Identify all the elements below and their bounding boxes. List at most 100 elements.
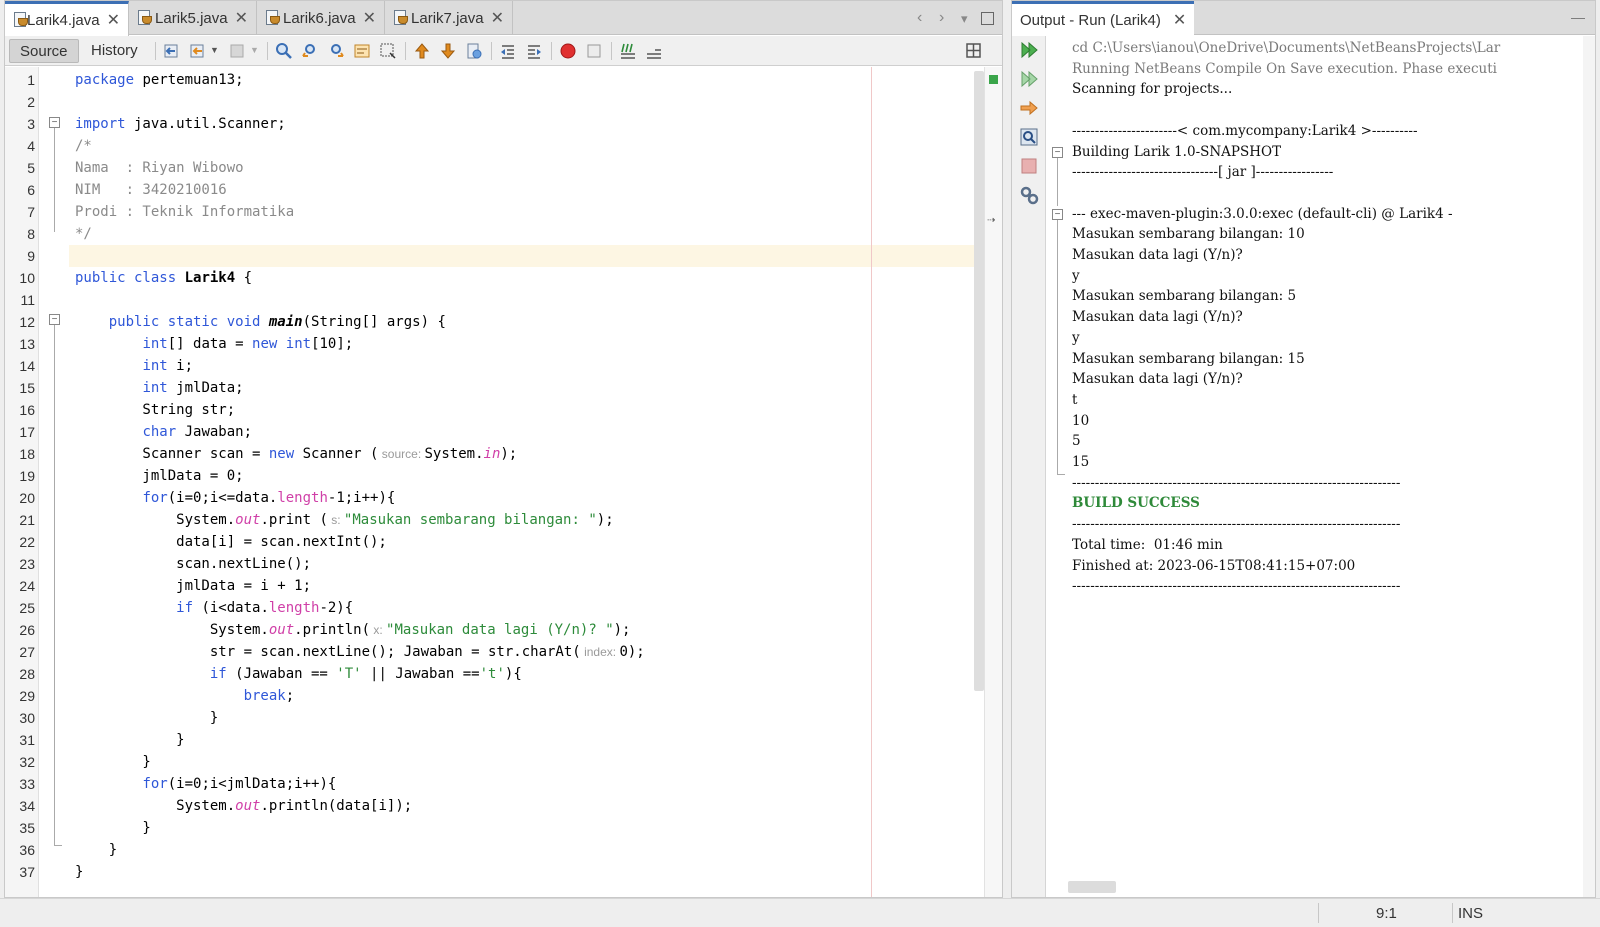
code-line: Nama : Riyan Wibowo	[75, 160, 244, 176]
source-button[interactable]: Source	[9, 39, 79, 63]
caret-position: 9:1	[1376, 905, 1397, 922]
shift-left-icon[interactable]	[499, 42, 517, 60]
code-line: public static void main(String[] args) {	[108, 314, 446, 330]
shift-right-icon[interactable]	[525, 42, 543, 60]
line-number: 25	[19, 600, 35, 616]
minimize-icon[interactable]: —	[1571, 9, 1585, 25]
line-number: 34	[19, 798, 35, 814]
close-icon[interactable]: ✕	[491, 8, 504, 28]
output-line: Running NetBeans Compile On Save executi…	[1072, 60, 1497, 77]
tab-output-run[interactable]: Output - Run (Larik4) ✕	[1012, 1, 1195, 36]
next-bookmark-icon[interactable]	[439, 42, 457, 60]
output-line: 5	[1072, 433, 1081, 450]
toggle-bookmark-icon[interactable]	[465, 42, 483, 60]
chevron-down-icon[interactable]: ▼	[250, 45, 259, 55]
comment-icon[interactable]	[619, 42, 637, 60]
code-line: break;	[243, 688, 295, 704]
output-vertical-scrollbar[interactable]	[1583, 36, 1595, 897]
output-line: Masukan sembarang bilangan: 15	[1072, 350, 1305, 367]
output-line: -----------------------< com.mycompany:L…	[1072, 122, 1418, 139]
output-line: --- exec-maven-plugin:3.0.0:exec (defaul…	[1072, 205, 1453, 222]
code-line: NIM : 3420210016	[75, 182, 227, 198]
find-next-icon[interactable]	[327, 42, 345, 60]
output-horizontal-scrollbar[interactable]	[1068, 881, 1116, 893]
output-line: t	[1072, 391, 1078, 408]
code-line: jmlData = 0;	[75, 468, 244, 484]
close-icon[interactable]: ✕	[1173, 10, 1186, 30]
code-line: System.out.println(data[i]);	[75, 798, 413, 814]
last-edit-icon[interactable]	[163, 42, 181, 60]
line-number: 14	[19, 358, 35, 374]
code-line: str = scan.nextLine(); Jawaban = str.cha…	[75, 644, 645, 660]
line-number: 30	[19, 710, 35, 726]
output-line: y	[1072, 267, 1080, 284]
find-icon[interactable]	[275, 42, 293, 60]
code-line: int[] data = new int[10];	[142, 336, 354, 352]
split-window-icon[interactable]	[965, 42, 983, 60]
code-line: }	[75, 754, 151, 770]
chevron-down-icon[interactable]: ▼	[210, 45, 219, 55]
close-icon[interactable]: ✕	[363, 8, 376, 28]
output-line: ----------------------------------------…	[1072, 474, 1401, 491]
fold-toggle-icon[interactable]: −	[49, 314, 60, 325]
output-line: Building Larik 1.0-SNAPSHOT	[1072, 143, 1282, 160]
line-number: 23	[19, 556, 35, 572]
line-number: 2	[27, 94, 35, 110]
previous-bookmark-icon[interactable]	[413, 42, 431, 60]
maximize-icon[interactable]	[981, 12, 994, 25]
fold-column: − −	[39, 67, 69, 897]
output-line: --------------------------------[ jar ]-…	[1072, 164, 1334, 181]
fold-toggle-icon[interactable]: −	[49, 117, 60, 128]
close-icon[interactable]: ✕	[107, 10, 120, 30]
close-icon[interactable]: ✕	[235, 8, 248, 28]
rerun-with-params-icon[interactable]	[1019, 69, 1039, 89]
fold-toggle-icon[interactable]: −	[1052, 147, 1063, 158]
line-number: 13	[19, 336, 35, 352]
output-side-toolbar	[1012, 36, 1046, 897]
code-line: for(i=0;i<jmlData;i++){	[142, 776, 337, 792]
find-previous-icon[interactable]	[301, 42, 319, 60]
chevron-right-icon[interactable]: ›	[939, 9, 944, 27]
code-editor[interactable]: package pertemuan13; import java.util.Sca…	[69, 67, 974, 897]
output-line: Masukan sembarang bilangan: 5	[1072, 288, 1297, 305]
chevron-down-icon[interactable]: ▾	[961, 11, 968, 27]
editor-scrollbar[interactable]	[974, 71, 984, 691]
tab-larik7[interactable]: Larik7.java ✕	[385, 1, 513, 35]
line-number: 16	[19, 402, 35, 418]
back-icon[interactable]	[189, 42, 207, 60]
fold-guide	[54, 325, 55, 845]
record-macro-icon[interactable]	[559, 42, 577, 60]
inspect-icon[interactable]	[1019, 127, 1039, 147]
code-line: if (Jawaban == 'T' || Jawaban =='t'){	[209, 666, 522, 682]
settings-icon[interactable]	[1019, 185, 1039, 205]
chevron-left-icon[interactable]: ‹	[917, 9, 922, 27]
fold-guide	[1057, 158, 1058, 206]
rect-select-icon[interactable]	[379, 42, 397, 60]
toggle-highlight-icon[interactable]	[353, 42, 371, 60]
line-number-gutter: 1 2 3 4 5 6 7 8 9 10 11 12 13 14 15 16 17 18 19 20 21 22 23 24 2…	[5, 67, 39, 897]
tab-larik4[interactable]: Larik4.java ✕	[5, 1, 129, 36]
insert-mode[interactable]: INS	[1458, 905, 1483, 922]
output-line: BUILD SUCCESS	[1072, 495, 1200, 512]
history-button[interactable]: History	[81, 39, 148, 63]
output-pane: Output - Run (Larik4) ✕ — − − cd C:\User…	[1011, 0, 1596, 898]
arrow-right-icon[interactable]	[1019, 98, 1039, 118]
rerun-icon[interactable]	[1019, 40, 1039, 60]
tab-larik6[interactable]: Larik6.java ✕	[257, 1, 385, 35]
stop-macro-icon[interactable]	[585, 42, 603, 60]
stop-icon[interactable]	[1019, 156, 1039, 176]
tab-larik5[interactable]: Larik5.java ✕	[129, 1, 257, 35]
output-console[interactable]: cd C:\Users\ianou\OneDrive\Documents\Net…	[1072, 36, 1583, 875]
fold-guide	[54, 128, 55, 232]
error-stripe: ⇢	[984, 67, 1002, 897]
java-file-icon	[393, 10, 408, 26]
fold-toggle-icon[interactable]: −	[1052, 209, 1063, 220]
uncomment-icon[interactable]	[645, 42, 663, 60]
output-line: Masukan data lagi (Y/n)?	[1072, 371, 1243, 388]
tab-label: Larik4.java	[27, 11, 100, 29]
code-line: import java.util.Scanner;	[75, 116, 286, 132]
forward-icon[interactable]	[229, 42, 247, 60]
output-line: Total time: 01:46 min	[1072, 536, 1223, 553]
output-line: Masukan sembarang bilangan: 10	[1072, 226, 1305, 243]
status-ok-icon	[989, 75, 998, 84]
